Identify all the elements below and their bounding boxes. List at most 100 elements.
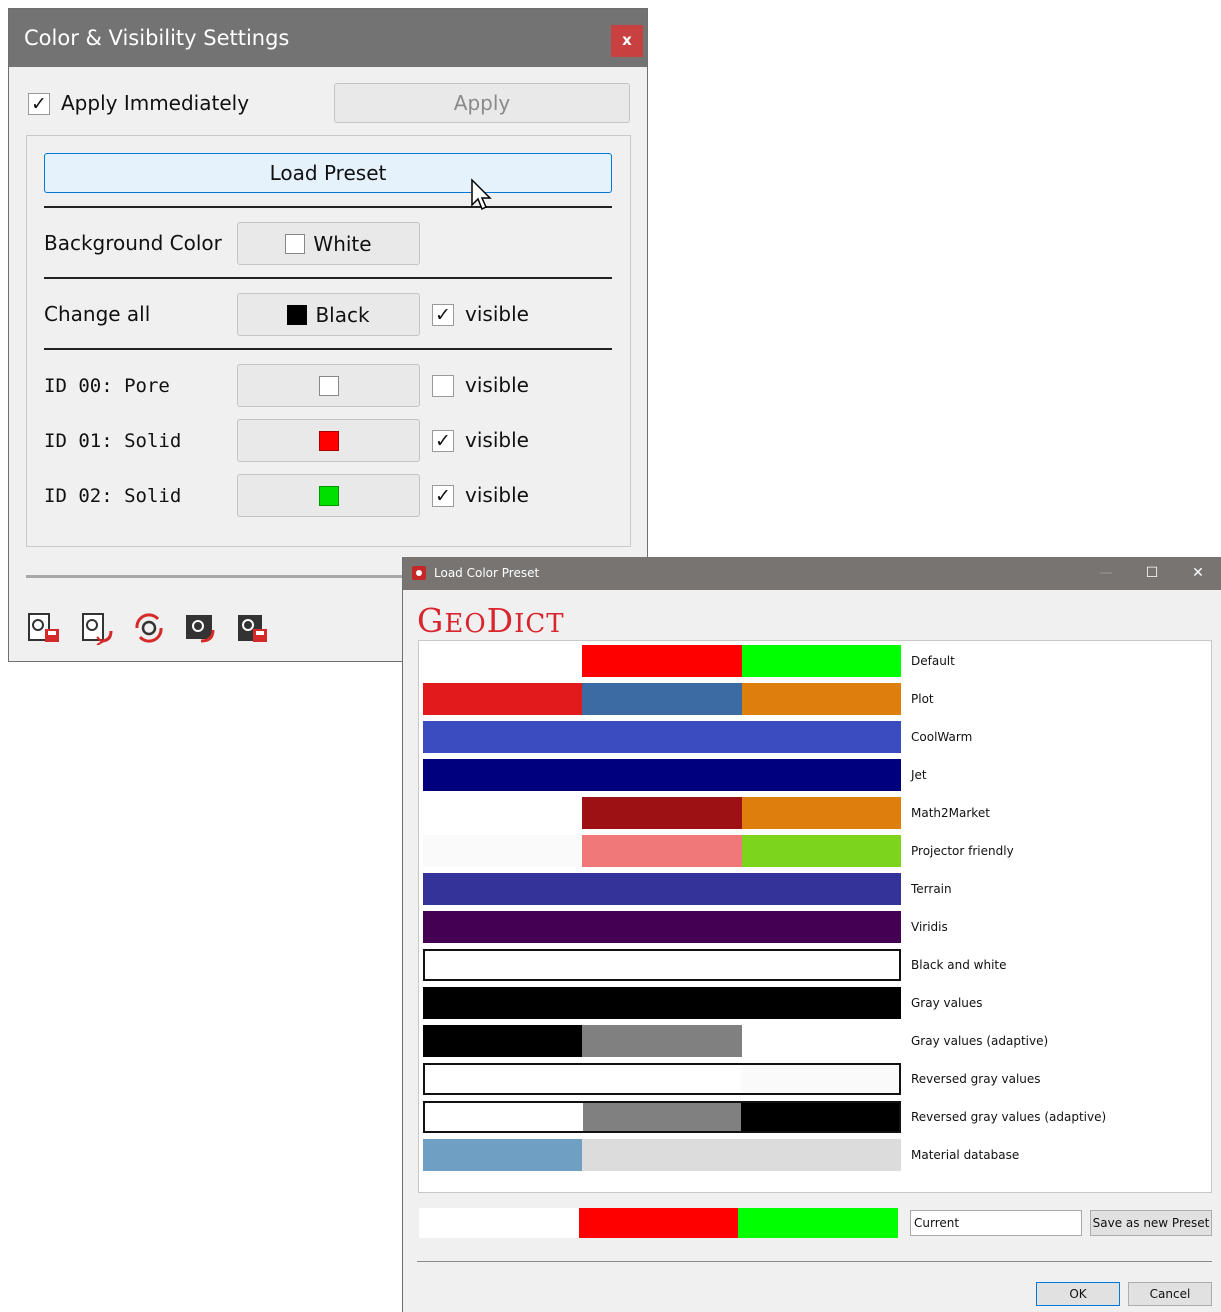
preset-name: Terrain <box>911 882 952 896</box>
preset-row[interactable]: Gray values (adaptive) <box>419 1022 1211 1060</box>
preset-color-segment <box>741 797 901 829</box>
preset-color-segment <box>582 1139 742 1171</box>
preset-color-segment <box>423 645 583 677</box>
preset-row[interactable]: Black and white <box>419 946 1211 984</box>
preset-color-segment <box>423 797 583 829</box>
material-visible-label: visible <box>465 483 529 507</box>
preset-name: Jet <box>911 768 927 782</box>
material-color-swatch <box>318 430 339 451</box>
preset-color-segment <box>741 1139 901 1171</box>
geodict-logo: GEODICT <box>417 601 565 640</box>
save-as-new-preset-button[interactable]: Save as new Preset <box>1090 1210 1212 1236</box>
material-visible-label: visible <box>465 373 529 397</box>
current-color-bar <box>419 1208 899 1238</box>
material-color-swatch <box>318 485 339 506</box>
preset-row[interactable]: Jet <box>419 756 1211 794</box>
minimize-icon[interactable]: — <box>1083 557 1129 590</box>
export-settings-icon[interactable] <box>235 611 269 645</box>
preset-color-segment <box>423 835 583 867</box>
preset-color-segment <box>741 1065 899 1093</box>
load-settings-icon[interactable] <box>81 611 115 645</box>
change-all-color-button[interactable]: Black <box>237 293 420 336</box>
preset-name: Reversed gray values <box>911 1072 1041 1086</box>
preset-color-segment <box>582 645 742 677</box>
preset-color-bar <box>423 797 901 829</box>
preset-row[interactable]: Reversed gray values (adaptive) <box>419 1098 1211 1136</box>
change-all-color-swatch <box>287 304 308 325</box>
preset-color-segment <box>583 951 741 979</box>
preset-row[interactable]: Default <box>419 642 1211 680</box>
material-visible-label: visible <box>465 428 529 452</box>
preset-title-bar[interactable]: Load Color Preset — ☐ ✕ <box>403 557 1221 590</box>
close-icon[interactable]: ✕ <box>1175 557 1221 590</box>
preset-color-segment <box>582 835 742 867</box>
preset-name: Viridis <box>911 920 948 934</box>
background-color-label: Background Color <box>44 231 222 255</box>
material-visible-checkbox-id02[interactable]: ✓ <box>432 485 454 507</box>
apply-button[interactable]: Apply <box>334 83 630 123</box>
separator <box>44 206 612 208</box>
preset-name-input[interactable]: Current <box>910 1210 1082 1236</box>
preset-color-segment <box>423 873 583 905</box>
preset-color-bar <box>423 987 901 1019</box>
preset-color-bar <box>423 949 901 981</box>
preset-row[interactable]: Math2Market <box>419 794 1211 832</box>
preset-row[interactable]: Reversed gray values <box>419 1060 1211 1098</box>
preset-name: Black and white <box>911 958 1007 972</box>
preset-row[interactable]: CoolWarm <box>419 718 1211 756</box>
preset-color-segment <box>582 987 742 1019</box>
preset-color-segment <box>423 721 583 753</box>
ok-button[interactable]: OK <box>1036 1282 1120 1306</box>
preset-row[interactable]: Material database <box>419 1136 1211 1174</box>
reset-settings-icon[interactable] <box>132 611 166 645</box>
preset-color-segment <box>582 1025 742 1057</box>
material-color-button-id00[interactable] <box>237 364 420 407</box>
material-color-button-id01[interactable] <box>237 419 420 462</box>
apply-immediately-label: Apply Immediately <box>61 91 250 115</box>
settings-title-bar[interactable]: Color & Visibility Settings <box>9 9 647 67</box>
preset-color-segment <box>425 1065 583 1093</box>
preset-dialog-title: Load Color Preset <box>434 566 540 580</box>
apply-immediately-checkbox[interactable]: ✓ <box>28 93 50 115</box>
material-visible-checkbox-id01[interactable]: ✓ <box>432 430 454 452</box>
preset-color-bar <box>423 1139 901 1171</box>
preset-name: CoolWarm <box>911 730 973 744</box>
separator <box>44 348 612 350</box>
preset-color-segment <box>423 683 583 715</box>
import-settings-icon[interactable] <box>183 611 217 645</box>
change-all-visible-checkbox[interactable]: ✓ <box>432 304 454 326</box>
settings-close-button[interactable]: x <box>611 25 643 57</box>
mouse-cursor-icon <box>471 178 492 211</box>
app-icon <box>412 566 426 580</box>
preset-row[interactable]: Viridis <box>419 908 1211 946</box>
preset-row[interactable]: Plot <box>419 680 1211 718</box>
change-all-visible-label: visible <box>465 302 529 326</box>
material-color-button-id02[interactable] <box>237 474 420 517</box>
preset-color-segment <box>583 1103 741 1131</box>
preset-color-bar <box>423 683 901 715</box>
load-preset-button[interactable]: Load Preset <box>44 153 612 193</box>
material-label-id01: ID 01: Solid <box>44 430 182 452</box>
save-settings-icon[interactable] <box>27 611 61 645</box>
preset-row[interactable]: Gray values <box>419 984 1211 1022</box>
preset-color-segment <box>741 759 901 791</box>
preset-color-segment <box>423 911 583 943</box>
load-color-preset-dialog: Load Color Preset — ☐ ✕ GEODICT Default P… <box>402 557 1221 1312</box>
background-color-button[interactable]: White <box>237 222 420 265</box>
cancel-button[interactable]: Cancel <box>1128 1282 1212 1306</box>
current-color-segment <box>419 1208 579 1238</box>
preset-row[interactable]: Projector friendly <box>419 832 1211 870</box>
maximize-icon[interactable]: ☐ <box>1129 557 1175 590</box>
preset-color-segment <box>741 645 901 677</box>
preset-row[interactable]: Terrain <box>419 870 1211 908</box>
material-visible-checkbox-id00[interactable] <box>432 375 454 397</box>
preset-color-segment <box>582 911 742 943</box>
preset-name: Math2Market <box>911 806 990 820</box>
preset-color-segment <box>741 951 899 979</box>
background-color-swatch <box>285 233 306 254</box>
preset-color-segment <box>741 873 901 905</box>
preset-color-segment <box>741 911 901 943</box>
preset-color-segment <box>741 1103 899 1131</box>
preset-name: Plot <box>911 692 934 706</box>
preset-color-segment <box>582 797 742 829</box>
